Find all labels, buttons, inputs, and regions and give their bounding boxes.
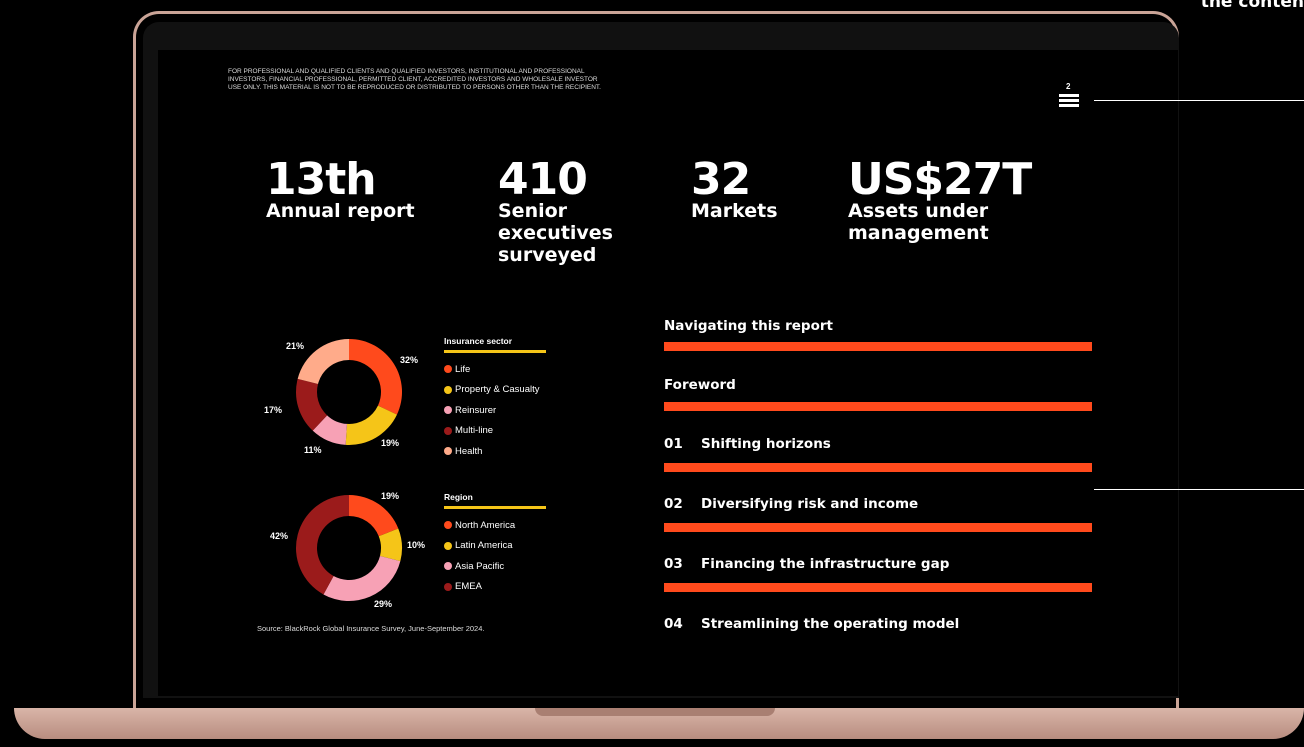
legend-item: EMEA bbox=[444, 577, 546, 598]
stat-label: Annual report bbox=[266, 200, 415, 222]
legend-label: EMEA bbox=[455, 581, 482, 593]
legend-item: Life bbox=[444, 359, 546, 380]
legend-label: Health bbox=[455, 445, 483, 457]
stat-assets: US$27T Assets under management bbox=[848, 154, 1048, 245]
pct-label: 10% bbox=[407, 540, 426, 550]
legend-swatch bbox=[444, 385, 452, 394]
legend-label: Multi-line bbox=[455, 425, 494, 437]
stat-value: 32 bbox=[691, 154, 751, 205]
cropped-heading: the conten bbox=[1200, 0, 1304, 12]
menu-icon[interactable] bbox=[1059, 94, 1079, 107]
nav-label: Financing the infrastructure gap bbox=[701, 556, 950, 572]
nav-bar bbox=[664, 463, 1092, 472]
legend-item: North America bbox=[444, 515, 546, 536]
legend-swatch bbox=[444, 406, 452, 415]
nav-shifting-horizons[interactable]: 01 Shifting horizons bbox=[664, 436, 1092, 472]
stat-label: Markets bbox=[691, 200, 778, 222]
pct-label: 29% bbox=[374, 599, 393, 609]
stat-annual-report: 13th Annual report bbox=[266, 154, 415, 223]
source-note: Source: BlackRock Global Insurance Surve… bbox=[257, 624, 485, 633]
legend-swatch bbox=[444, 582, 452, 591]
nav-number: 04 bbox=[664, 616, 683, 632]
donut-slice-health bbox=[297, 339, 349, 385]
nav-bar bbox=[664, 583, 1092, 592]
nav-financing-infrastructure[interactable]: 03 Financing the infrastructure gap bbox=[664, 556, 1092, 592]
stat-label: Senior executives surveyed bbox=[498, 200, 613, 266]
legend-title: Insurance sector bbox=[444, 336, 546, 353]
stat-markets: 32 Markets bbox=[691, 154, 778, 223]
legend-label: Latin America bbox=[455, 540, 513, 552]
stat-value: 410 bbox=[498, 154, 588, 205]
nav-label: Streamlining the operating model bbox=[701, 616, 960, 632]
nav-bar bbox=[664, 402, 1092, 411]
donut-slice-asia-pacific bbox=[323, 555, 401, 601]
legend-item: Multi-line bbox=[444, 421, 546, 442]
legend-swatch bbox=[444, 562, 452, 571]
nav-number: 02 bbox=[664, 496, 683, 512]
insurance-sector-legend: Insurance sector Life Property & Casualt… bbox=[444, 336, 546, 462]
stat-executives: 410 Senior executives surveyed bbox=[498, 154, 638, 267]
legend-swatch bbox=[444, 426, 452, 435]
pct-label: 11% bbox=[304, 445, 322, 455]
legend-label: Asia Pacific bbox=[455, 560, 505, 572]
legend-label: Life bbox=[455, 363, 471, 375]
pct-label: 42% bbox=[270, 531, 289, 541]
pct-label: 19% bbox=[381, 491, 400, 501]
legend-swatch bbox=[444, 447, 452, 456]
stat-value: US$27T bbox=[848, 154, 1032, 205]
pct-label: 21% bbox=[286, 341, 305, 351]
stat-label: Assets under management bbox=[848, 200, 989, 244]
callout-line-nav bbox=[1094, 489, 1304, 490]
legend-swatch bbox=[444, 541, 452, 550]
nav-diversifying-risk[interactable]: 02 Diversifying risk and income bbox=[664, 496, 1092, 532]
pct-label: 17% bbox=[264, 405, 283, 415]
legend-item: Property & Casualty bbox=[444, 380, 546, 401]
callout-line-menu bbox=[1094, 100, 1304, 101]
disclaimer: For professional and qualified clients a… bbox=[228, 68, 601, 91]
nav-number: 03 bbox=[664, 556, 683, 572]
insurance-sector-donut bbox=[296, 339, 402, 445]
stat-value: 13th bbox=[266, 154, 377, 205]
nav-label: Navigating this report bbox=[664, 318, 833, 334]
legend-item: Health bbox=[444, 441, 546, 462]
nav-bar bbox=[664, 342, 1092, 351]
nav-label: Diversifying risk and income bbox=[701, 496, 919, 512]
legend-label: Reinsurer bbox=[455, 404, 497, 416]
nav-bar bbox=[664, 523, 1092, 532]
nav-label: Shifting horizons bbox=[701, 436, 831, 452]
legend-item: Reinsurer bbox=[444, 400, 546, 421]
legend-title: Region bbox=[444, 492, 546, 509]
legend-item: Latin America bbox=[444, 536, 546, 557]
nav-foreword[interactable]: Foreword bbox=[664, 377, 1092, 411]
donut-slice-life bbox=[349, 339, 402, 415]
nav-navigating-this-report[interactable]: Navigating this report bbox=[664, 318, 1092, 351]
region-donut bbox=[296, 495, 402, 601]
legend-item: Asia Pacific bbox=[444, 556, 546, 577]
legend-label: Property & Casualty bbox=[455, 384, 540, 396]
legend-swatch bbox=[444, 365, 452, 374]
pct-label: 19% bbox=[381, 438, 400, 448]
nav-streamlining-operating-model[interactable]: 04 Streamlining the operating model bbox=[664, 616, 1092, 632]
legend-swatch bbox=[444, 521, 452, 530]
pct-label: 32% bbox=[400, 355, 419, 365]
page-number: 2 bbox=[1066, 82, 1071, 91]
legend-label: North America bbox=[455, 519, 516, 531]
nav-label: Foreword bbox=[664, 377, 736, 393]
nav-number: 01 bbox=[664, 436, 683, 452]
laptop-hinge bbox=[535, 708, 775, 716]
donut-slice-north-america bbox=[349, 495, 399, 537]
region-legend: Region North America Latin America Asia … bbox=[444, 492, 546, 597]
